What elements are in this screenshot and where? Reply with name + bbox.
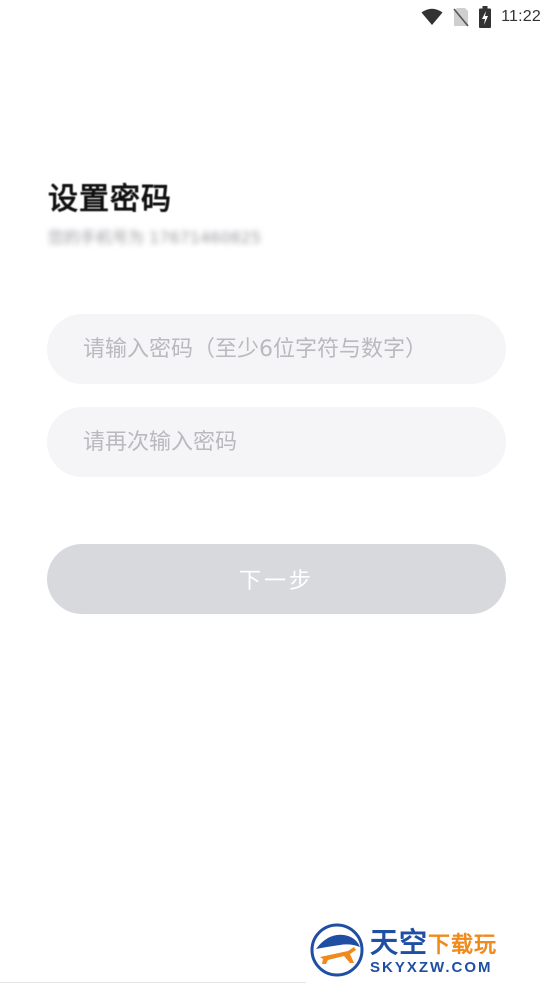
confirm-password-field-container: [47, 407, 506, 477]
wifi-icon: [421, 8, 443, 26]
page-title: 设置密码: [48, 182, 172, 217]
status-icons: 11:22: [421, 6, 541, 28]
bottom-divider: [0, 982, 306, 983]
password-input[interactable]: [47, 314, 506, 384]
watermark-domain: SKYXZW.COM: [370, 959, 493, 976]
site-watermark: 天空下载玩 SKYXZW.COM: [306, 920, 555, 984]
watermark-cn-main: 天空: [370, 926, 429, 959]
status-bar: 11:22: [0, 0, 555, 32]
confirm-password-input[interactable]: [47, 407, 506, 477]
watermark-cn-sub: 下载玩: [428, 933, 498, 958]
no-sim-icon: [453, 7, 469, 27]
next-step-button[interactable]: 下一步: [47, 544, 506, 614]
phone-number-hint: 您的手机号为 17671460825: [48, 228, 262, 247]
battery-charging-icon: [479, 6, 492, 28]
status-time: 11:22: [501, 8, 541, 25]
password-field-container: [47, 314, 506, 384]
sky-logo-icon: [310, 923, 364, 981]
